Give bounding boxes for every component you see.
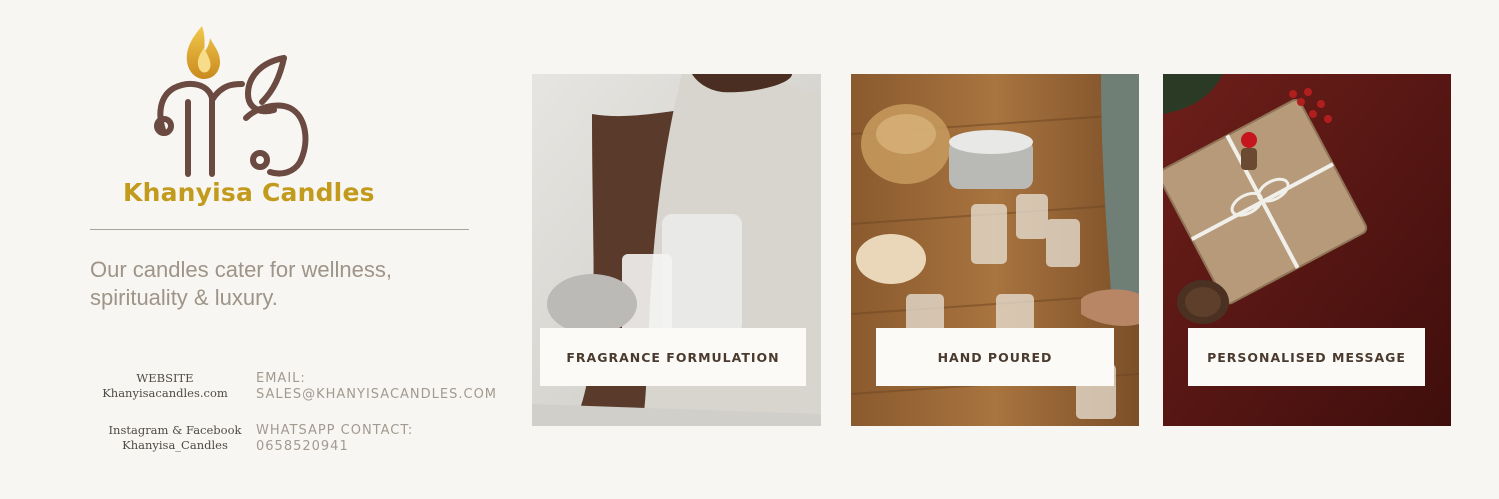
card-label: HAND POURED bbox=[876, 328, 1114, 386]
brand-name: Khanyisa Candles bbox=[123, 178, 375, 207]
social-handle[interactable]: Khanyisa_Candles bbox=[90, 438, 260, 453]
email-block: EMAIL: SALES@KHANYISACANDLES.COM bbox=[256, 371, 497, 403]
whatsapp-block: WHATSAPP CONTACT: 0658520941 bbox=[256, 423, 413, 455]
website-link[interactable]: Khanyisacandles.com bbox=[80, 386, 250, 401]
card-label: FRAGRANCE FORMULATION bbox=[540, 328, 806, 386]
tagline: Our candles cater for wellness, spiritua… bbox=[90, 257, 393, 310]
whatsapp-label: WHATSAPP CONTACT: bbox=[256, 423, 414, 438]
website-label: WEBSITE bbox=[136, 371, 194, 385]
website-block: WEBSITE Khanyisacandles.com bbox=[80, 371, 250, 401]
social-label: Instagram & Facebook bbox=[108, 423, 242, 437]
candle-logo-icon bbox=[154, 26, 309, 177]
social-block: Instagram & Facebook Khanyisa_Candles bbox=[90, 423, 260, 453]
brand-logo: Khanyisa Candles bbox=[120, 22, 374, 212]
card-label: PERSONALISED MESSAGE bbox=[1188, 328, 1425, 386]
card-fragrance-formulation[interactable]: FRAGRANCE FORMULATION bbox=[532, 74, 821, 426]
card-personalised-message[interactable]: PERSONALISED MESSAGE bbox=[1163, 74, 1451, 426]
email-label: EMAIL: bbox=[256, 371, 306, 386]
card-hand-poured[interactable]: HAND POURED bbox=[851, 74, 1139, 426]
email-link[interactable]: SALES@KHANYISACANDLES.COM bbox=[256, 387, 497, 403]
whatsapp-number[interactable]: 0658520941 bbox=[256, 439, 413, 455]
divider bbox=[90, 229, 469, 230]
